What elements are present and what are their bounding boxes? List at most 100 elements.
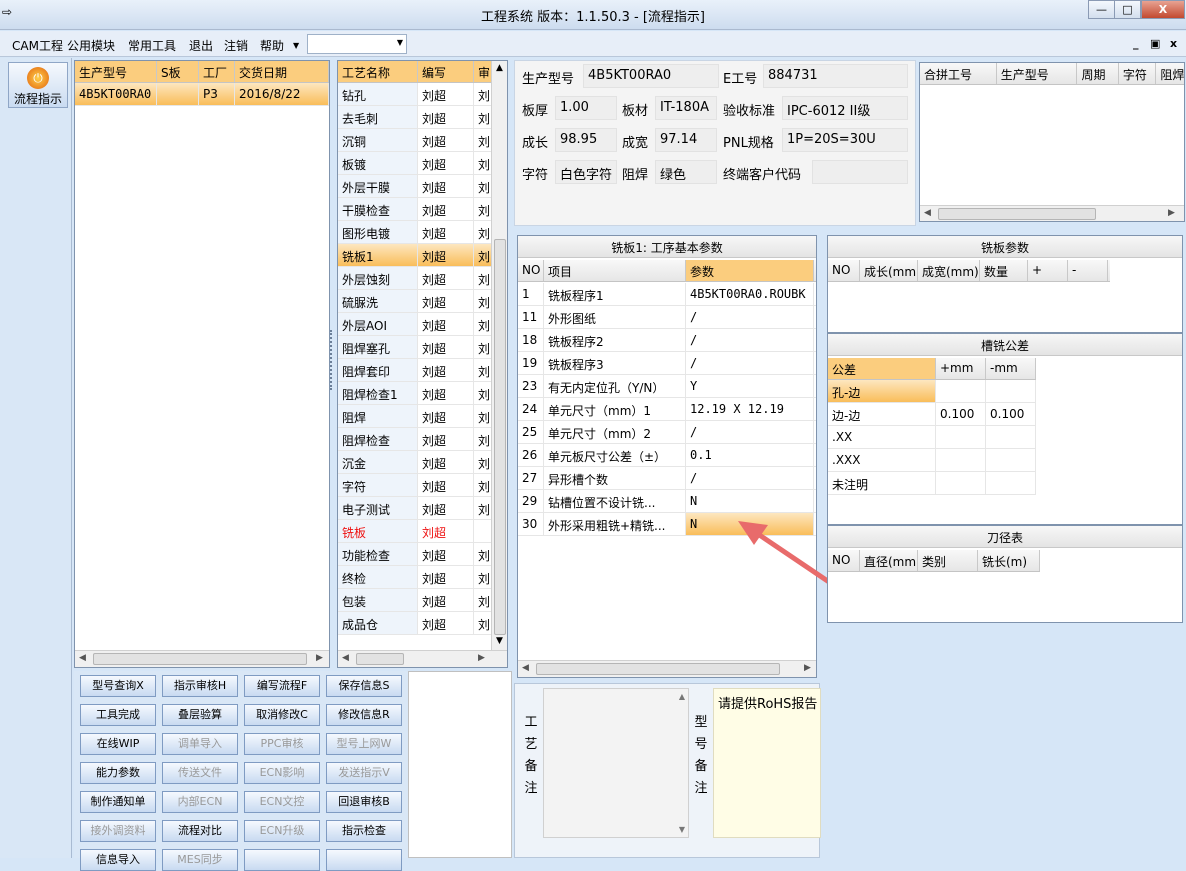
action-button[interactable]: 取消修改C bbox=[244, 704, 320, 726]
tolerance-row[interactable]: .XXX bbox=[828, 449, 1036, 472]
scroll-left-icon[interactable]: ◀ bbox=[79, 653, 86, 663]
process-row[interactable]: 阻焊检查1 刘超刘 bbox=[338, 382, 492, 405]
cell[interactable] bbox=[936, 380, 986, 402]
action-button[interactable]: 传送文件 bbox=[162, 762, 238, 784]
cell[interactable] bbox=[986, 472, 1036, 494]
col-header[interactable]: +mm bbox=[936, 358, 986, 379]
action-button[interactable]: 信息导入 bbox=[80, 849, 156, 871]
col-header[interactable]: 编写 bbox=[418, 61, 474, 82]
cell[interactable]: N bbox=[686, 490, 814, 512]
param-row[interactable]: 27 异形槽个数 / bbox=[518, 467, 816, 490]
action-button[interactable] bbox=[326, 849, 402, 871]
action-button[interactable]: ECN升级 bbox=[244, 820, 320, 842]
col-header[interactable]: S板 bbox=[157, 61, 199, 82]
menu-common-module[interactable]: 公用模块 bbox=[67, 37, 115, 54]
cell[interactable] bbox=[986, 449, 1036, 471]
mdi-minimize-button[interactable]: _ bbox=[1133, 37, 1139, 50]
add-column-button[interactable]: + bbox=[1028, 260, 1068, 281]
col-header[interactable]: 成长(mm) bbox=[860, 260, 918, 281]
mdi-restore-button[interactable]: ▣ bbox=[1150, 37, 1160, 50]
pnl-field[interactable]: 1P=20S=30U bbox=[782, 128, 908, 152]
param-row[interactable]: 26 单元板尺寸公差（±） 0.1 bbox=[518, 444, 816, 467]
scroll-up-icon[interactable]: ▲ bbox=[679, 692, 685, 701]
cell[interactable]: / bbox=[686, 421, 814, 443]
toolbar-combo[interactable]: ▼ bbox=[307, 34, 407, 54]
cell[interactable]: 未注明 bbox=[828, 472, 936, 494]
process-row[interactable]: 图形电镀 刘超刘 bbox=[338, 221, 492, 244]
action-button[interactable]: 指示审核H bbox=[162, 675, 238, 697]
process-row[interactable]: 硫脲洗 刘超刘 bbox=[338, 290, 492, 313]
menu-exit[interactable]: 退出 bbox=[189, 37, 213, 54]
scroll-right-icon[interactable]: ▶ bbox=[316, 653, 323, 663]
action-button[interactable]: 型号上网W bbox=[326, 733, 402, 755]
process-row[interactable]: 板镀 刘超刘 bbox=[338, 152, 492, 175]
action-button[interactable]: 回退审核B bbox=[326, 791, 402, 813]
scroll-thumb[interactable] bbox=[356, 653, 404, 665]
action-button[interactable]: ECN影响 bbox=[244, 762, 320, 784]
col-header[interactable]: 参数 bbox=[686, 260, 814, 281]
action-button[interactable]: 能力参数 bbox=[80, 762, 156, 784]
action-button[interactable]: 工具完成 bbox=[80, 704, 156, 726]
process-row[interactable]: 终检 刘超刘 bbox=[338, 566, 492, 589]
tolerance-row[interactable]: .XX bbox=[828, 426, 1036, 449]
process-row[interactable]: 阻焊 刘超刘 bbox=[338, 405, 492, 428]
scroll-left-icon[interactable]: ◀ bbox=[522, 663, 529, 673]
cell[interactable]: Y bbox=[686, 375, 814, 397]
action-button[interactable]: 编写流程F bbox=[244, 675, 320, 697]
width-field[interactable]: 97.14 bbox=[655, 128, 717, 152]
process-row[interactable]: 成品仓 刘超刘 bbox=[338, 612, 492, 635]
cell[interactable] bbox=[986, 426, 1036, 448]
menu-overflow-icon[interactable]: ▼ bbox=[293, 41, 299, 50]
cell[interactable] bbox=[986, 380, 1036, 402]
remove-column-button[interactable]: - bbox=[1068, 260, 1108, 281]
menu-cam[interactable]: CAM工程 bbox=[12, 37, 63, 54]
param-row[interactable]: 19 铣板程序3/ bbox=[518, 352, 816, 375]
col-header[interactable]: 铣长(m) bbox=[978, 550, 1040, 571]
scroll-right-icon[interactable]: ▶ bbox=[804, 663, 811, 673]
process-row[interactable]: 沉铜 刘超刘 bbox=[338, 129, 492, 152]
param-row[interactable]: 18 铣板程序2/ bbox=[518, 329, 816, 352]
action-button[interactable]: 型号查询X bbox=[80, 675, 156, 697]
cell[interactable]: 0.1 bbox=[686, 444, 814, 466]
cell[interactable] bbox=[936, 426, 986, 448]
flow-instruction-button[interactable]: ⏻ 流程指示 bbox=[8, 62, 68, 108]
cell[interactable]: 12.19 X 12.19 bbox=[686, 398, 814, 420]
process-row[interactable]: 阻焊套印 刘超刘 bbox=[338, 359, 492, 382]
cell[interactable]: .XX bbox=[828, 426, 936, 448]
minimize-button[interactable]: — bbox=[1088, 0, 1115, 19]
action-button[interactable]: PPC审核 bbox=[244, 733, 320, 755]
process-row[interactable]: 电子测试 刘超刘 bbox=[338, 497, 492, 520]
param-row[interactable]: 25 单元尺寸（mm）2/ bbox=[518, 421, 816, 444]
scroll-thumb[interactable] bbox=[494, 239, 506, 635]
col-header[interactable]: 生产型号 bbox=[75, 61, 157, 82]
action-button[interactable]: 流程对比 bbox=[162, 820, 238, 842]
action-button[interactable] bbox=[244, 849, 320, 871]
process-row[interactable]: 包装 刘超刘 bbox=[338, 589, 492, 612]
action-button[interactable]: 指示检查 bbox=[326, 820, 402, 842]
col-header[interactable]: 直径(mm) bbox=[860, 550, 918, 571]
col-header[interactable]: 工艺名称 bbox=[338, 61, 418, 82]
scroll-left-icon[interactable]: ◀ bbox=[342, 653, 349, 663]
scroll-thumb[interactable] bbox=[93, 653, 307, 665]
scroll-up-icon[interactable]: ▲ bbox=[496, 63, 503, 73]
scroll-thumb[interactable] bbox=[536, 663, 780, 675]
action-button[interactable]: 修改信息R bbox=[326, 704, 402, 726]
close-button[interactable]: X bbox=[1141, 0, 1185, 19]
material-field[interactable]: IT-180A bbox=[655, 96, 717, 120]
action-button[interactable]: 调单导入 bbox=[162, 733, 238, 755]
action-button[interactable]: 制作通知单 bbox=[80, 791, 156, 813]
action-button[interactable]: 接外调资料 bbox=[80, 820, 156, 842]
menu-logout[interactable]: 注销 bbox=[224, 37, 248, 54]
char-field[interactable]: 白色字符 bbox=[555, 160, 617, 184]
process-row[interactable]: 外层蚀刻 刘超刘 bbox=[338, 267, 492, 290]
col-header[interactable]: 公差 bbox=[828, 358, 936, 379]
cell[interactable] bbox=[936, 472, 986, 494]
col-header[interactable]: NO bbox=[518, 260, 544, 281]
scroll-left-icon[interactable]: ◀ bbox=[924, 208, 931, 218]
cell[interactable]: 0.100 bbox=[986, 403, 1036, 425]
cell[interactable]: / bbox=[686, 306, 814, 328]
param-row[interactable]: 23 有无内定位孔（Y/N） Y bbox=[518, 375, 816, 398]
prod-model-field[interactable]: 4B5KT00RA0 bbox=[583, 64, 719, 88]
col-header[interactable]: 数量 bbox=[980, 260, 1028, 281]
col-header[interactable]: 合拼工号 bbox=[920, 63, 997, 84]
